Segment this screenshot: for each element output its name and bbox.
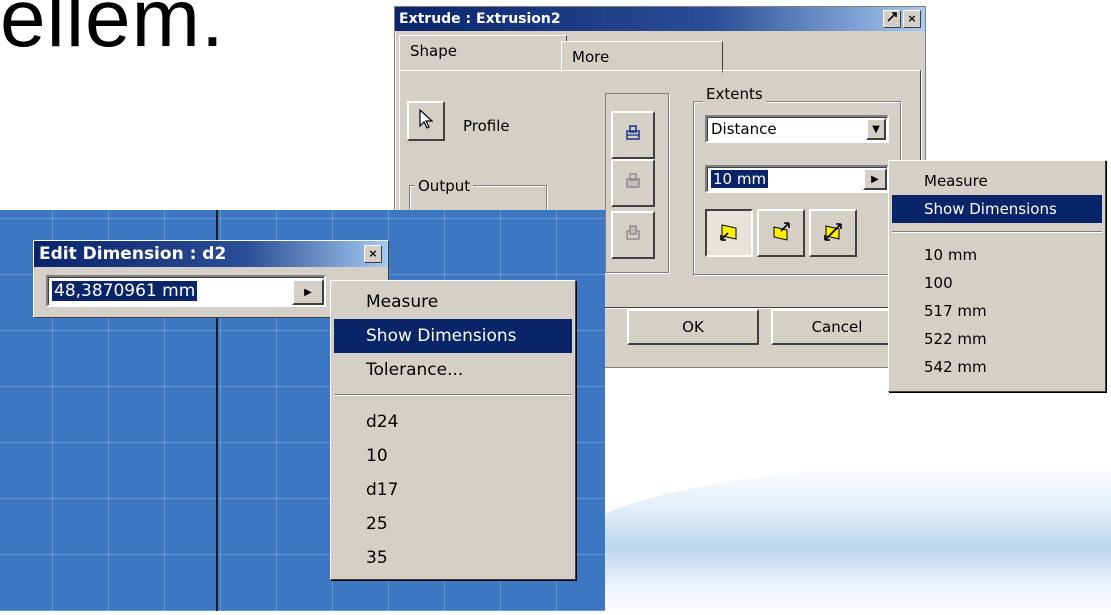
extents-select[interactable]: Distance — [705, 115, 889, 143]
menu-item-show-dimensions[interactable]: Show Dimensions — [334, 319, 572, 353]
menu-item-show-dimensions[interactable]: Show Dimensions — [892, 195, 1102, 223]
chevron-down-icon: ▼ — [872, 123, 880, 135]
edit-dimension-close-button[interactable]: × — [364, 245, 382, 263]
ok-button-label: OK — [682, 318, 704, 336]
cancel-button[interactable]: Cancel — [771, 309, 903, 345]
intersect-icon — [624, 224, 642, 246]
background-swoosh — [560, 465, 1111, 615]
extrude-title: Extrude : Extrusion2 — [399, 11, 561, 27]
output-group-label: Output — [415, 177, 474, 195]
menu-item-recent-value[interactable]: 10 — [334, 439, 572, 473]
direction-1-button[interactable] — [705, 209, 753, 257]
edit-dimension-title: Edit Dimension : d2 — [39, 244, 227, 264]
distance-context-menu: Measure Show Dimensions 10 mm 100 517 mm… — [888, 160, 1106, 392]
intersect-operation-button[interactable] — [611, 211, 655, 259]
menu-item-measure[interactable]: Measure — [892, 167, 1102, 195]
extents-select-value: Distance — [711, 120, 777, 138]
menu-item-recent-value[interactable]: 10 mm — [892, 241, 1102, 269]
menu-item-recent-value[interactable]: 522 mm — [892, 325, 1102, 353]
menu-item-measure[interactable]: Measure — [334, 285, 572, 319]
chevron-right-icon: ▶ — [304, 286, 312, 298]
extrude-close-button[interactable]: × — [903, 10, 921, 28]
direction-symmetric-icon — [821, 219, 845, 247]
tab-more-label: More — [572, 48, 610, 66]
tab-more[interactable]: More — [561, 41, 723, 73]
background-slide-title: ellem. — [0, 0, 225, 64]
menu-item-tolerance[interactable]: Tolerance... — [334, 353, 572, 387]
distance-field[interactable]: 10 mm — [705, 165, 889, 193]
direction-2-button[interactable] — [757, 209, 805, 257]
ok-button[interactable]: OK — [627, 309, 759, 345]
extrude-titlebar[interactable]: Extrude : Extrusion2 × — [395, 7, 925, 31]
menu-item-recent-value[interactable]: 100 — [892, 269, 1102, 297]
menu-item-recent-value[interactable]: d24 — [334, 405, 572, 439]
menu-separator — [892, 231, 1102, 233]
join-operation-button[interactable] — [611, 111, 655, 159]
menu-item-recent-value[interactable]: 542 mm — [892, 353, 1102, 381]
extrude-help-button[interactable] — [883, 10, 901, 28]
cancel-button-label: Cancel — [811, 318, 863, 336]
tab-shape[interactable]: Shape — [399, 35, 567, 70]
menu-separator — [334, 394, 572, 396]
extents-group-label: Extents — [703, 85, 766, 103]
menu-item-recent-value[interactable]: 517 mm — [892, 297, 1102, 325]
extents-dropdown-button[interactable]: ▼ — [866, 118, 886, 140]
dimension-value-field[interactable]: 48,3870961 mm — [46, 275, 326, 307]
menu-item-recent-value[interactable]: 25 — [334, 507, 572, 541]
profile-select-button[interactable] — [407, 101, 445, 141]
edit-dimension-titlebar[interactable]: Edit Dimension : d2 × — [34, 241, 388, 267]
help-icon — [886, 12, 898, 26]
close-icon: × — [907, 12, 917, 25]
cut-icon — [624, 172, 642, 194]
distance-menu-button[interactable]: ▶ — [863, 168, 887, 190]
tab-shape-label: Shape — [410, 42, 457, 60]
chevron-right-icon: ▶ — [871, 173, 879, 185]
close-icon: × — [368, 247, 378, 260]
dimension-value: 48,3870961 mm — [52, 281, 198, 301]
direction-symmetric-button[interactable] — [809, 209, 857, 257]
dimension-context-menu: Measure Show Dimensions Tolerance... d24… — [330, 280, 576, 580]
direction-forward-icon — [717, 219, 741, 247]
cursor-arrow-icon — [417, 108, 435, 134]
menu-item-recent-value[interactable]: d17 — [334, 473, 572, 507]
distance-value: 10 mm — [711, 170, 769, 188]
dimension-menu-button[interactable]: ▶ — [292, 279, 324, 305]
profile-label: Profile — [463, 117, 510, 135]
direction-reverse-icon — [769, 219, 793, 247]
menu-item-recent-value[interactable]: 35 — [334, 541, 572, 575]
join-icon — [624, 124, 642, 146]
cut-operation-button[interactable] — [611, 159, 655, 207]
